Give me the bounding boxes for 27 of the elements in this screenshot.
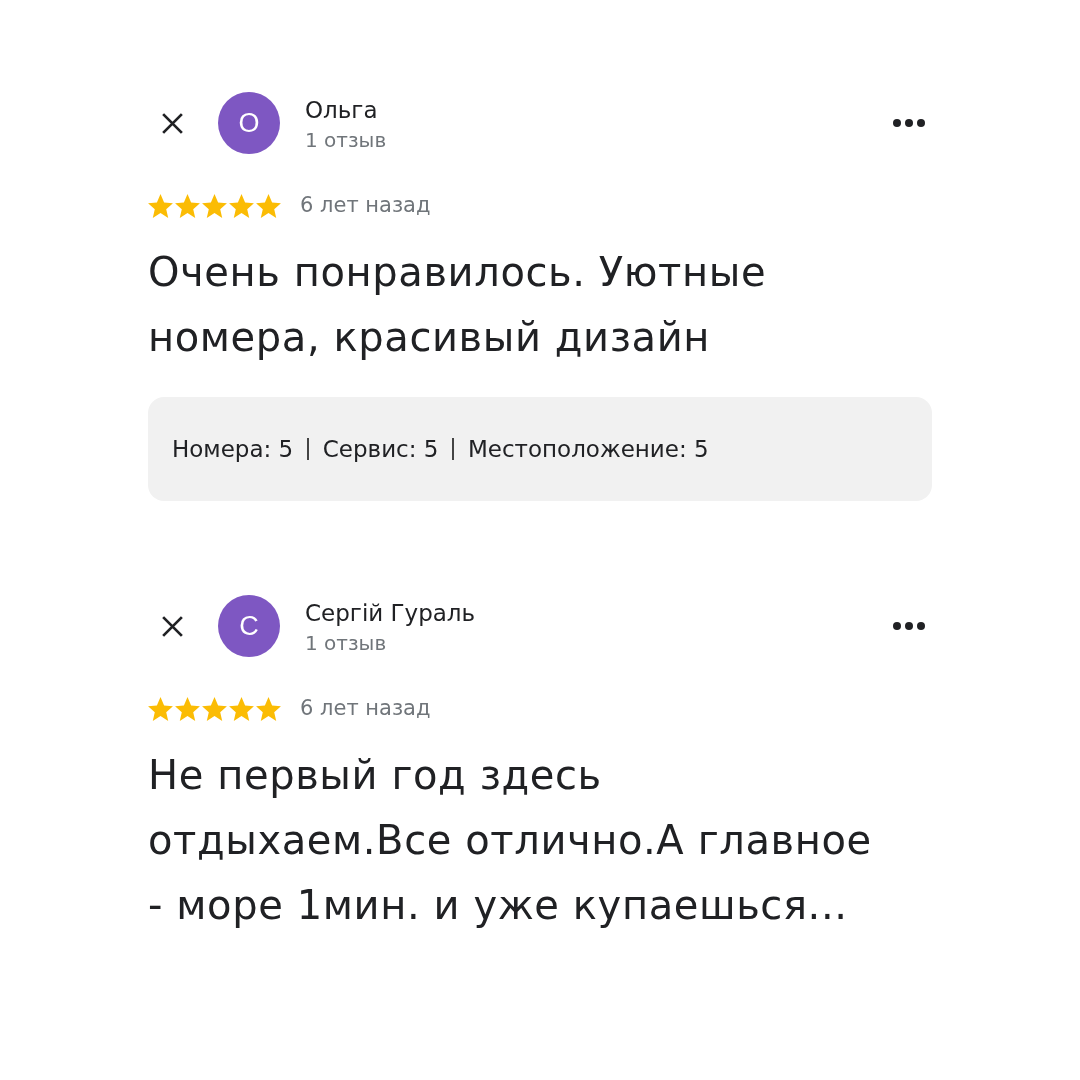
reviewer-name[interactable]: Сергій Гураль: [305, 598, 476, 628]
more-icon[interactable]: [893, 119, 925, 127]
star-icon: [256, 696, 281, 721]
reviewer-name[interactable]: Ольга: [305, 95, 378, 125]
category-rating: Номера: 5: [172, 435, 294, 464]
star-icon: [148, 193, 173, 218]
review-count: 1 отзыв: [305, 630, 387, 657]
review-date: 6 лет назад: [300, 193, 431, 218]
star-icon: [175, 696, 200, 721]
avatar: О: [218, 92, 280, 154]
star-icon: [202, 696, 227, 721]
review-text: Очень понравилось. Уютные номера, красивый дизайн: [148, 248, 768, 362]
review-count: 1 отзыв: [305, 127, 387, 154]
review-text: Не первый год здесь отдыхаем.Все отлично.А главное - море 1мин. и уже купаешься...: [148, 751, 873, 930]
category-rating: Местоположение: 5: [467, 435, 709, 464]
close-icon[interactable]: [160, 111, 185, 136]
star-icon: [229, 193, 254, 218]
star-icon: [148, 696, 173, 721]
star-icon: [175, 193, 200, 218]
review-date: 6 лет назад: [300, 696, 431, 721]
star-icon: [202, 193, 227, 218]
category-rating: Сервис: 5: [322, 435, 439, 464]
star-icon: [229, 696, 254, 721]
avatar: С: [218, 595, 280, 657]
close-icon[interactable]: [160, 614, 185, 639]
star-icon: [256, 193, 281, 218]
more-icon[interactable]: [893, 622, 925, 630]
